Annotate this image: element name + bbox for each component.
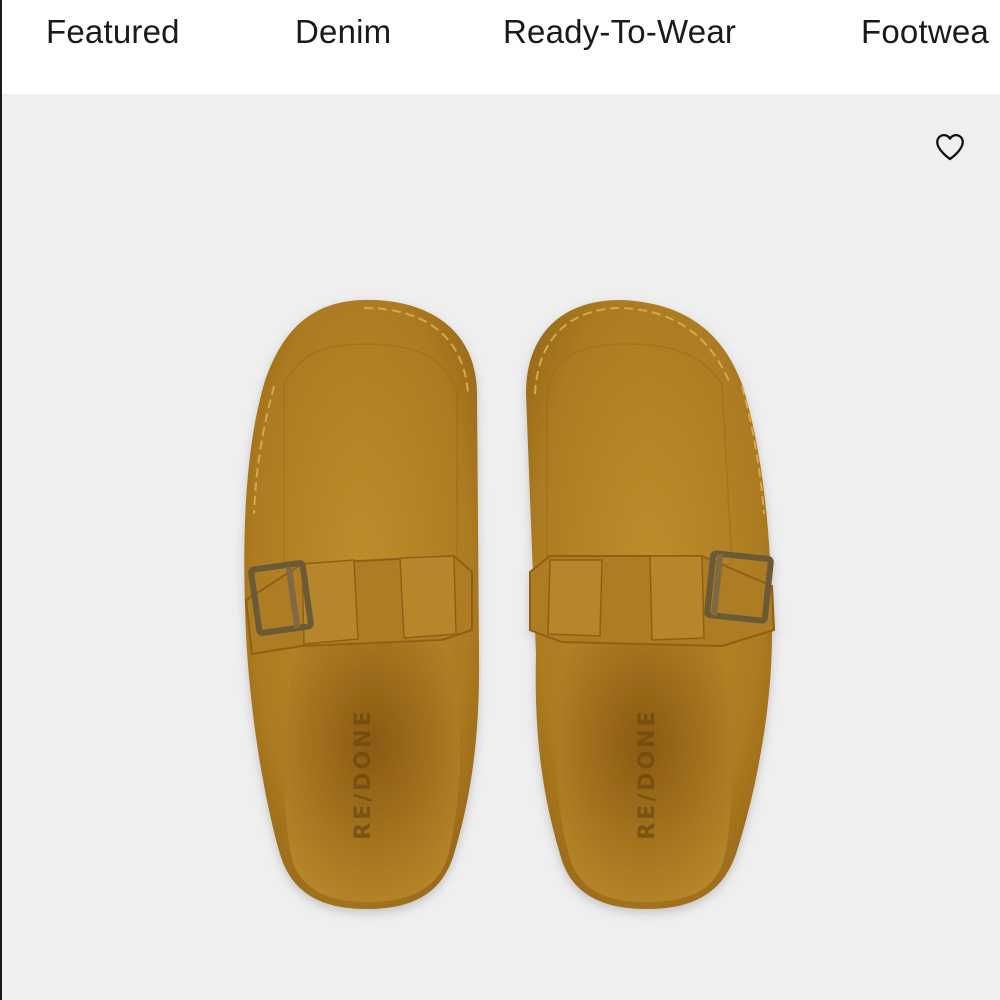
category-nav: Featured Denim Ready-To-Wear Footwea xyxy=(0,0,1000,94)
right-clog: RE/DONE xyxy=(526,300,776,909)
heart-outline-icon[interactable] xyxy=(932,130,968,164)
nav-item-denim[interactable]: Denim xyxy=(295,12,391,52)
nav-item-ready-to-wear[interactable]: Ready-To-Wear xyxy=(503,12,736,52)
product-card[interactable]: RE/DONE RE/DONE xyxy=(0,94,1000,1000)
footbed-logo-left: RE/DONE xyxy=(351,708,376,839)
left-clog: RE/DONE xyxy=(244,299,480,909)
product-image[interactable]: RE/DONE RE/DONE xyxy=(2,94,1000,1000)
page: Featured Denim Ready-To-Wear Footwea RE/… xyxy=(0,0,1000,1000)
nav-item-featured[interactable]: Featured xyxy=(46,12,180,52)
footbed-logo-right: RE/DONE xyxy=(635,708,660,839)
nav-item-footwear[interactable]: Footwea xyxy=(861,12,989,52)
